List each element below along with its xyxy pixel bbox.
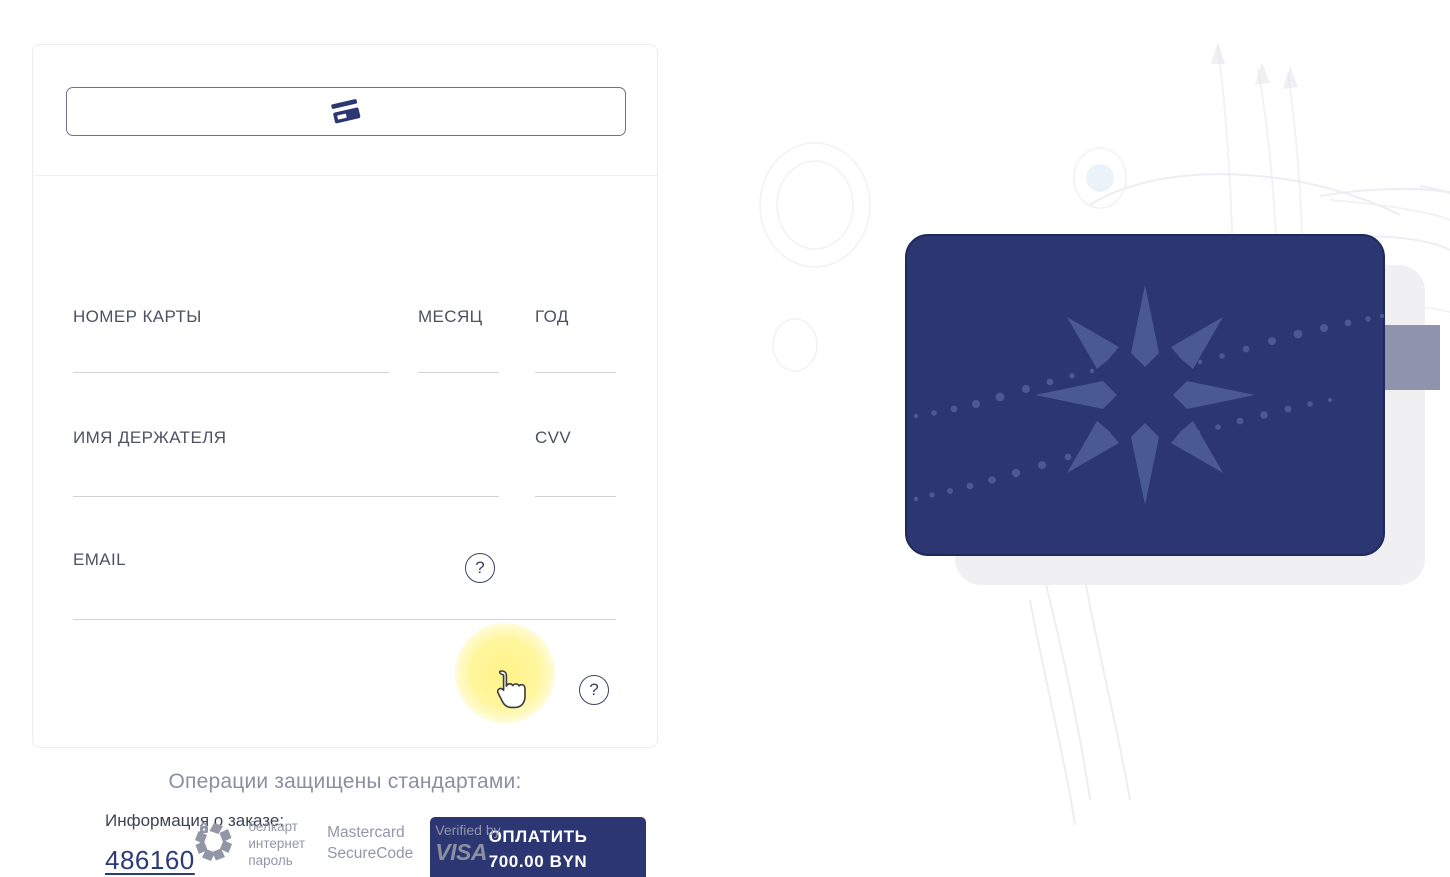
holder-name-help-icon[interactable]: ?: [465, 553, 495, 583]
bank-card-illustration: [905, 234, 1440, 585]
mastercard-label: Mastercard SecureCode: [327, 823, 413, 863]
input-year[interactable]: [535, 372, 616, 373]
label-month: МЕСЯЦ: [418, 307, 483, 326]
input-email[interactable]: [73, 619, 616, 620]
belkart-label: белкарт интернет пароль: [248, 818, 305, 870]
security-badges: белкарт интернет пароль Mastercard Secur…: [32, 816, 658, 871]
payment-panel: НОМЕР КАРТЫ МЕСЯЦ ГОД ИМЯ ДЕРЖАТЕЛЯ ? CV…: [32, 44, 658, 877]
belkart-line1: белкарт: [248, 818, 298, 834]
input-card-number[interactable]: [73, 372, 389, 373]
visa-line1: Verified by: [435, 822, 501, 838]
label-card-number: НОМЕР КАРТЫ: [73, 307, 202, 326]
security-footer: Операции защищены стандартами: белкарт и…: [32, 770, 658, 871]
payment-method-tabbar: [33, 45, 657, 176]
belkart-line2: интернет: [248, 835, 306, 851]
label-year: ГОД: [535, 307, 569, 326]
visa-logo-text: VISA: [435, 839, 487, 865]
input-month[interactable]: [418, 372, 499, 373]
badge-verified-by-visa: Verified by VISA: [435, 822, 500, 865]
email-help-icon[interactable]: ?: [579, 675, 609, 705]
belkart-logo-icon: [189, 816, 239, 871]
input-holder-name[interactable]: [73, 496, 499, 497]
payment-page: НОМЕР КАРТЫ МЕСЯЦ ГОД ИМЯ ДЕРЖАТЕЛЯ ? CV…: [0, 0, 1450, 877]
mastercard-line2: SecureCode: [327, 844, 414, 862]
credit-card-icon: [329, 98, 363, 126]
label-email: EMAIL: [73, 550, 127, 569]
visa-label: Verified by VISA: [435, 822, 500, 865]
badge-mastercard-securecode: Mastercard SecureCode: [327, 823, 413, 863]
mastercard-line1: Mastercard: [327, 824, 405, 842]
tab-card-payment[interactable]: [66, 87, 626, 136]
belkart-line3: пароль: [248, 853, 293, 869]
label-holder-name: ИМЯ ДЕРЖАТЕЛЯ: [73, 428, 227, 447]
label-cvv: CVV: [535, 428, 572, 447]
badge-belkart: белкарт интернет пароль: [189, 816, 305, 871]
input-cvv[interactable]: [535, 496, 616, 497]
footer-title: Операции защищены стандартами:: [168, 770, 522, 793]
